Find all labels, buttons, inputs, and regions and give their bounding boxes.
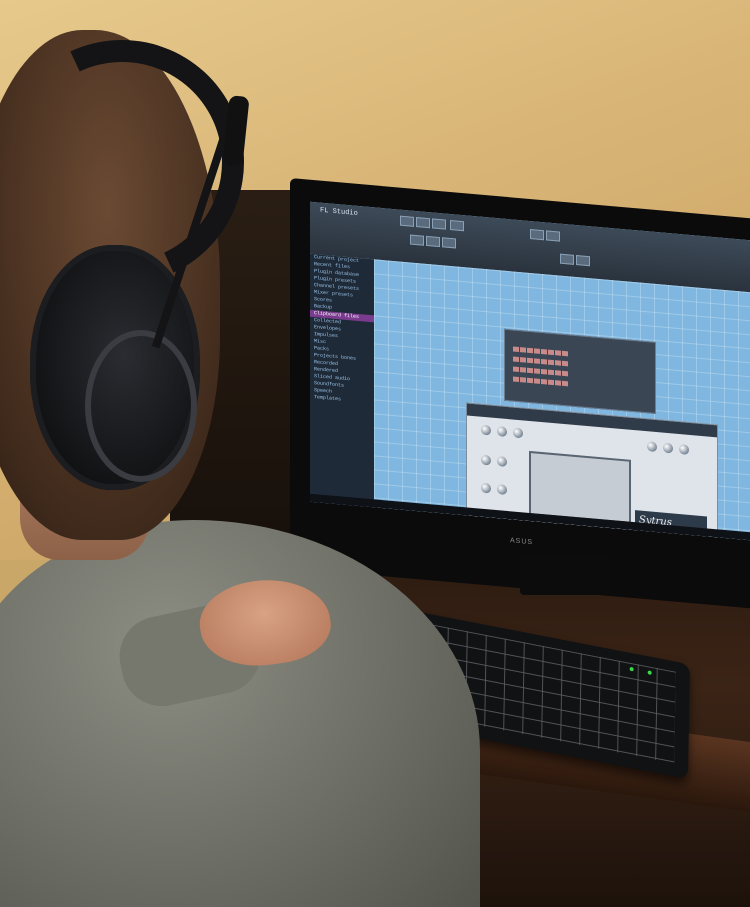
toolbar-button[interactable] [426, 235, 440, 248]
monitor: FL Studio Current project Recent files Plu… [290, 178, 750, 610]
toolbar-button[interactable] [546, 230, 560, 242]
synth-knob[interactable] [663, 442, 673, 454]
monitor-screen: FL Studio Current project Recent files Plu… [310, 201, 750, 542]
headphone-earcup-ring [85, 330, 197, 482]
playlist-grid[interactable]: Sytrus [374, 259, 750, 542]
photo-scene: FL Studio Current project Recent files Plu… [0, 0, 750, 907]
toolbar-button[interactable] [450, 219, 464, 232]
toolbar-button[interactable] [416, 217, 430, 229]
keyboard-led [647, 670, 652, 676]
channel-rack[interactable] [504, 328, 656, 415]
toolbar-button[interactable] [432, 218, 446, 230]
toolbar-button[interactable] [442, 237, 456, 249]
synth-knob[interactable] [481, 424, 491, 436]
monitor-stand [520, 555, 610, 595]
synth-knob[interactable] [481, 482, 491, 494]
keyboard-led [629, 666, 634, 672]
toolbar-button[interactable] [576, 255, 590, 267]
monitor-brand: ASUS [510, 537, 534, 547]
daw-browser: Current project Recent files Plugin databa… [310, 253, 374, 508]
toolbar-button[interactable] [400, 215, 414, 227]
toolbar-button[interactable] [560, 253, 574, 265]
synth-knob[interactable] [497, 456, 507, 467]
daw-title: FL Studio [320, 206, 358, 218]
synth-knob[interactable] [497, 484, 507, 495]
synth-knob[interactable] [513, 427, 523, 439]
synth-display [529, 450, 631, 524]
toolbar-button[interactable] [410, 234, 424, 246]
synth-knob[interactable] [647, 441, 657, 453]
synth-knob[interactable] [679, 444, 689, 455]
synth-knob[interactable] [497, 426, 507, 437]
toolbar-button[interactable] [530, 228, 544, 241]
synth-knob[interactable] [481, 454, 491, 466]
